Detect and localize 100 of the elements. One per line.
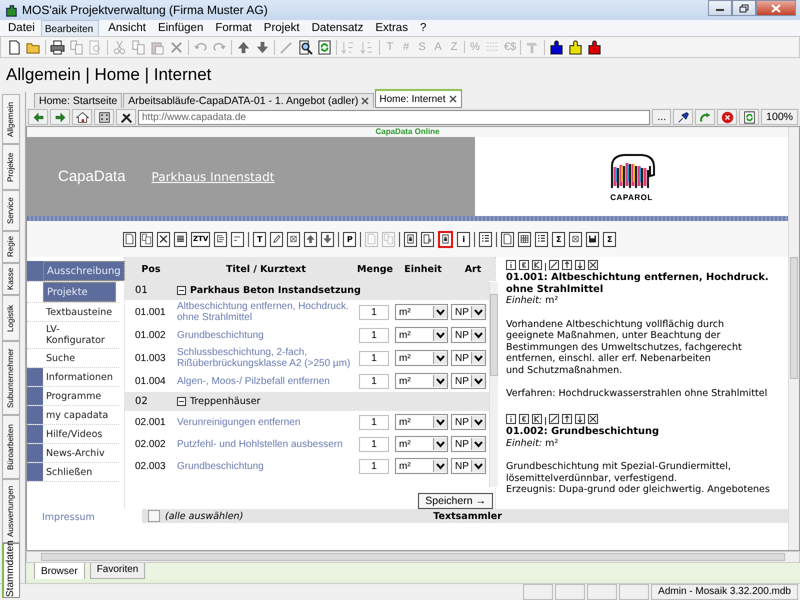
item-title-link[interactable]: Grundbeschichtung bbox=[177, 330, 355, 340]
nav-link[interactable]: News-Archiv bbox=[43, 444, 119, 462]
item-title-link[interactable]: Altbeschichtung entfernen, Hochdruck. ohne Strahlmittel bbox=[177, 301, 355, 323]
tool-button[interactable] bbox=[157, 232, 170, 246]
tool-button[interactable] bbox=[123, 232, 136, 246]
home-button[interactable] bbox=[72, 109, 92, 125]
page-icon[interactable] bbox=[7, 40, 22, 54]
side-tab[interactable]: Kasse bbox=[2, 263, 20, 295]
side-tab[interactable]: Logistik bbox=[2, 295, 20, 341]
menu-item[interactable]: Datensatz bbox=[306, 20, 370, 36]
nav-link[interactable]: LV-Konfigurator bbox=[43, 322, 119, 348]
zoom-button[interactable]: 100% bbox=[761, 109, 798, 125]
item-title-link[interactable]: Algen-, Moos-/ Pilzbefall entfernen bbox=[177, 376, 355, 386]
back-button[interactable] bbox=[28, 109, 48, 125]
document-tab[interactable]: Home: Internet bbox=[375, 89, 462, 108]
tool-button[interactable] bbox=[586, 232, 600, 246]
quantity-field[interactable]: 1 bbox=[359, 350, 389, 366]
menu-item[interactable]: Ansicht bbox=[102, 20, 152, 36]
tool-button[interactable] bbox=[214, 232, 228, 246]
tool-button[interactable] bbox=[174, 232, 187, 246]
type-select[interactable]: NP bbox=[451, 350, 486, 366]
collapse-icon[interactable] bbox=[177, 286, 186, 295]
printer-icon[interactable] bbox=[50, 40, 65, 54]
tool-button[interactable]: T bbox=[253, 232, 266, 246]
unit-select[interactable]: m² bbox=[395, 304, 448, 320]
menu-item[interactable]: ? bbox=[414, 20, 432, 36]
tool-button[interactable] bbox=[231, 232, 244, 246]
nav-link[interactable]: Hilfe/Videos bbox=[43, 425, 119, 443]
currency-icon[interactable] bbox=[519, 260, 529, 270]
cross-box-icon[interactable] bbox=[588, 414, 598, 424]
more-button[interactable]: ... bbox=[652, 109, 672, 125]
document-tab[interactable]: Arbeitsabläufe-CapaDATA-01 - 1. Angebot (adler) bbox=[123, 93, 374, 108]
tool-button[interactable] bbox=[287, 232, 300, 246]
building-button[interactable] bbox=[94, 109, 114, 125]
tool-button[interactable] bbox=[270, 232, 284, 246]
tool-button[interactable] bbox=[569, 232, 582, 246]
type-select[interactable]: NP bbox=[451, 373, 486, 389]
panel-tab[interactable]: Favoriten bbox=[90, 563, 146, 579]
close-icon[interactable] bbox=[361, 97, 370, 105]
menu-item[interactable]: Extras bbox=[369, 20, 414, 36]
imprint-link[interactable]: Impressum bbox=[27, 512, 119, 523]
side-tab[interactable]: Subunternehmer bbox=[2, 341, 20, 415]
tool-button[interactable] bbox=[140, 232, 153, 246]
tool-button[interactable] bbox=[479, 232, 492, 246]
arrow-up-icon[interactable] bbox=[562, 260, 572, 270]
menu-item[interactable]: Einfügen bbox=[152, 20, 210, 36]
minimize-button[interactable] bbox=[708, 0, 732, 16]
side-tab[interactable]: Projekte bbox=[2, 144, 20, 190]
unit-select[interactable]: m² bbox=[395, 414, 448, 430]
collapse-icon[interactable] bbox=[177, 397, 186, 406]
side-tab[interactable]: Allgemein bbox=[2, 94, 20, 144]
save-button[interactable]: Speichern → bbox=[418, 493, 493, 509]
tools-button[interactable] bbox=[116, 109, 136, 125]
unit-select[interactable]: m² bbox=[395, 350, 448, 366]
quantity-field[interactable]: 1 bbox=[359, 374, 389, 388]
unit-select[interactable]: m² bbox=[395, 458, 448, 474]
unit-select[interactable]: m² bbox=[395, 436, 448, 452]
select-all-checkbox[interactable] bbox=[148, 510, 160, 522]
table-scrollbar[interactable] bbox=[489, 282, 498, 487]
type-select[interactable]: NP bbox=[451, 304, 486, 320]
unit-select[interactable]: m² bbox=[395, 327, 448, 343]
arrow-up-icon[interactable] bbox=[562, 414, 572, 424]
tool-button[interactable]: i bbox=[457, 232, 470, 246]
refresh-button[interactable] bbox=[739, 109, 760, 125]
tool-button[interactable] bbox=[535, 232, 548, 246]
quantity-field[interactable]: 1 bbox=[359, 436, 389, 452]
document-tab[interactable]: Home: Startseite bbox=[34, 93, 122, 108]
type-select[interactable]: NP bbox=[451, 458, 486, 474]
puzzle-icon[interactable] bbox=[568, 40, 584, 54]
type-select[interactable]: NP bbox=[451, 414, 486, 430]
tool-button[interactable] bbox=[501, 232, 514, 246]
side-tab[interactable]: Regie bbox=[2, 231, 20, 263]
info-icon[interactable] bbox=[506, 260, 516, 270]
arrow-down-icon[interactable] bbox=[575, 260, 585, 270]
tool-button[interactable] bbox=[404, 232, 418, 246]
item-title-link[interactable]: Schlussbeschichtung, 2-fach, Rißüberbrückungsklasse A2 (>250 µm) bbox=[177, 347, 355, 369]
tool-button[interactable] bbox=[518, 232, 532, 246]
address-field[interactable]: http://www.capadata.de bbox=[138, 110, 650, 124]
menu-item[interactable]: Format bbox=[209, 20, 258, 36]
nav-link[interactable]: Programme bbox=[43, 387, 119, 405]
pencil-icon[interactable] bbox=[549, 260, 559, 270]
forward-button[interactable] bbox=[50, 109, 70, 125]
puzzle-icon[interactable] bbox=[587, 40, 602, 54]
quantity-field[interactable]: 1 bbox=[359, 414, 389, 430]
nav-link[interactable]: Informationen bbox=[43, 368, 119, 386]
arrow-down-icon[interactable] bbox=[575, 414, 585, 424]
tool-button[interactable] bbox=[304, 232, 318, 246]
cross-box-icon[interactable] bbox=[588, 260, 598, 270]
nav-link[interactable]: Ausschreibung bbox=[43, 261, 125, 281]
close-button[interactable] bbox=[756, 0, 796, 16]
pencil-icon[interactable] bbox=[549, 414, 559, 424]
puzzle-icon[interactable] bbox=[549, 40, 564, 54]
currency-icon[interactable] bbox=[519, 414, 529, 424]
redo-button[interactable] bbox=[695, 109, 716, 125]
tool-button[interactable] bbox=[421, 232, 434, 246]
type-select[interactable]: NP bbox=[451, 436, 486, 452]
tool-button[interactable]: P bbox=[343, 232, 356, 246]
tool-button[interactable] bbox=[321, 232, 334, 246]
unit-select[interactable]: m² bbox=[395, 373, 448, 389]
pin-button[interactable] bbox=[673, 109, 694, 125]
